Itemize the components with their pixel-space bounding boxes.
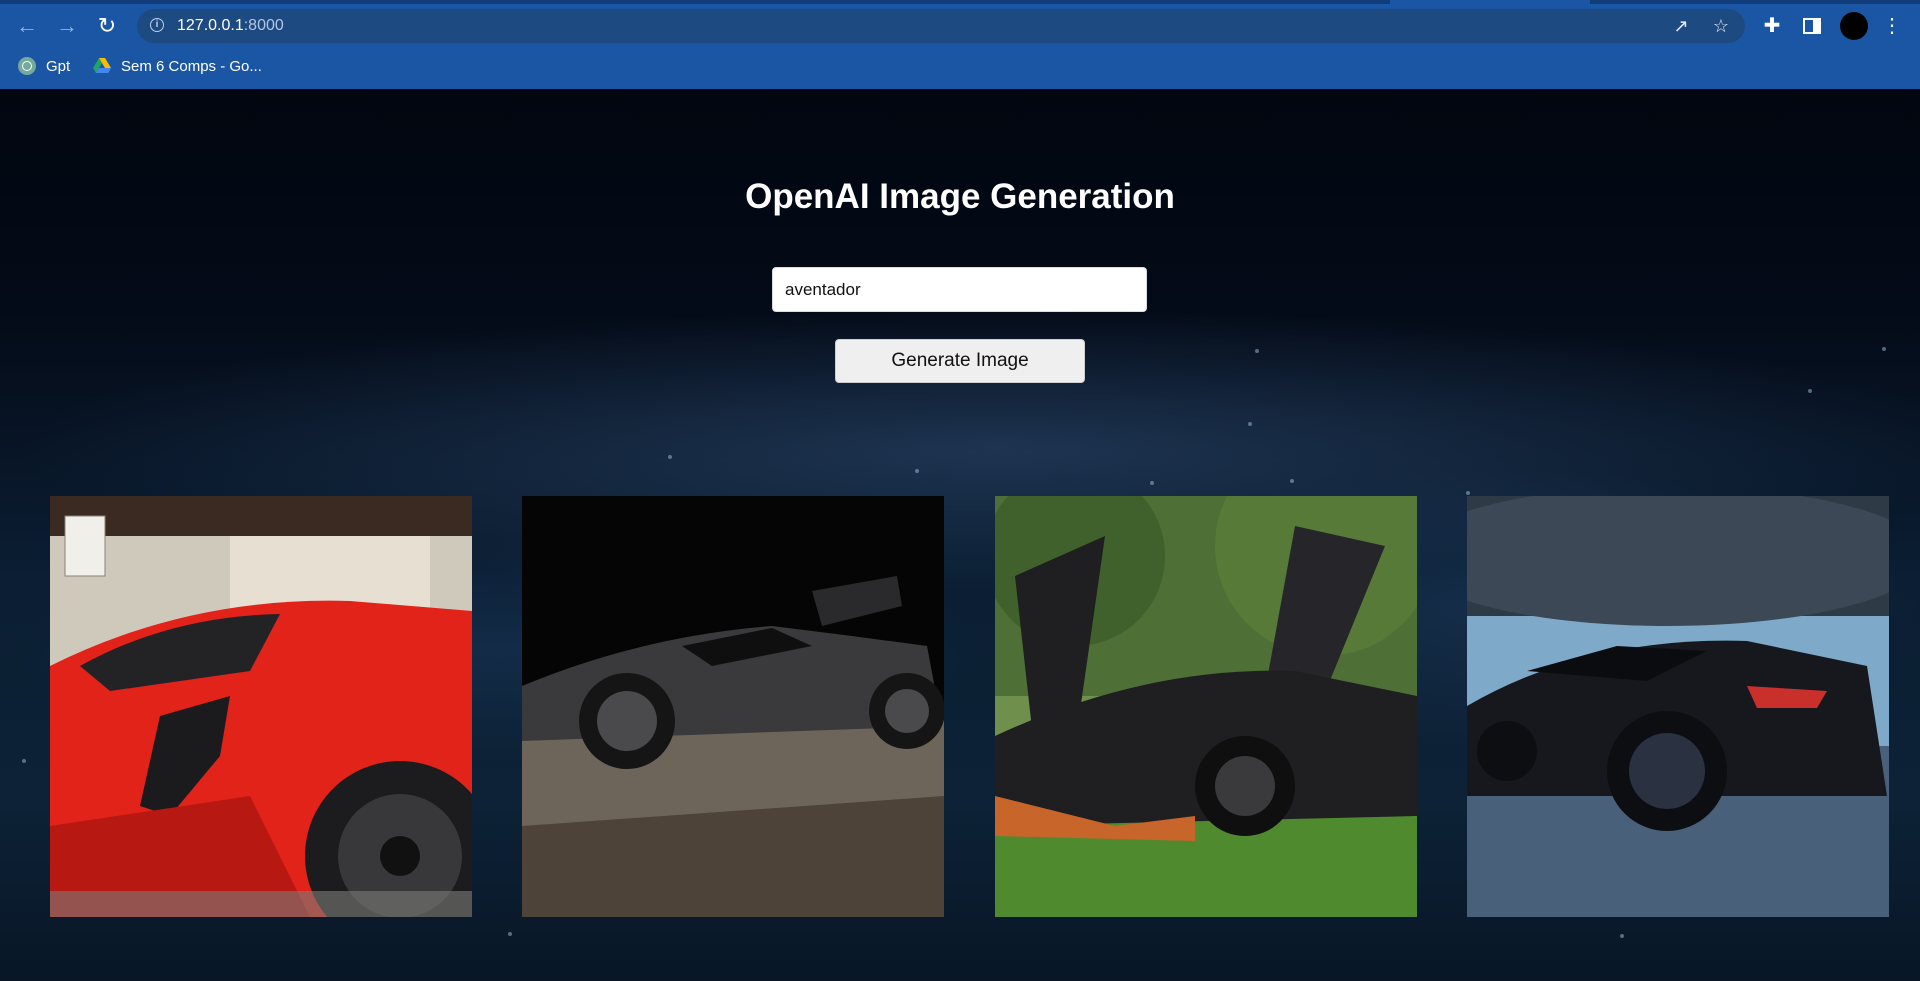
generated-image-3	[995, 496, 1417, 917]
extensions-icon[interactable]: ✚	[1758, 12, 1786, 40]
reload-button[interactable]: ↻	[93, 12, 121, 40]
prompt-input[interactable]	[772, 267, 1147, 312]
site-info-icon[interactable]: i	[150, 18, 164, 32]
generated-image-2	[522, 496, 944, 917]
arrow-right-icon: →	[56, 13, 78, 38]
reload-icon: ↻	[97, 13, 117, 38]
bookmark-sem6-comps[interactable]: Sem 6 Comps - Go...	[93, 55, 262, 77]
side-panel-icon[interactable]	[1798, 12, 1826, 40]
generated-image	[522, 496, 944, 917]
bookmark-label: Sem 6 Comps - Go...	[121, 57, 262, 75]
chatgpt-icon	[18, 57, 36, 75]
tab-strip	[0, 0, 1920, 4]
generate-image-button[interactable]: Generate Image	[835, 339, 1085, 383]
google-drive-icon	[93, 58, 111, 73]
active-tab-indicator	[1390, 0, 1590, 4]
browser-toolbar: ← → ↻ i 127.0.0.1:8000 ↗ ☆ ✚ ⋮ Gpt Sem 6…	[0, 0, 1920, 89]
generated-image-4	[1467, 496, 1889, 917]
bookmark-label: Gpt	[46, 57, 71, 75]
generated-image	[1467, 496, 1889, 917]
back-button[interactable]: ←	[13, 12, 41, 40]
url-text[interactable]: 127.0.0.1:8000	[177, 17, 284, 35]
profile-avatar[interactable]	[1840, 12, 1868, 40]
page-title: OpenAI Image Generation	[745, 177, 1175, 216]
generated-image	[995, 496, 1417, 917]
share-icon[interactable]: ↗	[1670, 15, 1692, 37]
bookmark-gpt[interactable]: Gpt	[18, 55, 70, 77]
generated-image	[50, 496, 472, 917]
url-port: :8000	[243, 17, 284, 34]
menu-kebab-icon[interactable]: ⋮	[1878, 12, 1906, 40]
address-bar[interactable]: i 127.0.0.1:8000 ↗ ☆	[137, 9, 1745, 43]
url-host: 127.0.0.1	[177, 17, 244, 34]
forward-button[interactable]: →	[53, 12, 81, 40]
arrow-left-icon: ←	[16, 13, 38, 38]
bookmark-star-icon[interactable]: ☆	[1710, 15, 1732, 37]
page-content: OpenAI Image Generation Generate Image	[0, 89, 1920, 981]
generated-image-1	[50, 496, 472, 917]
